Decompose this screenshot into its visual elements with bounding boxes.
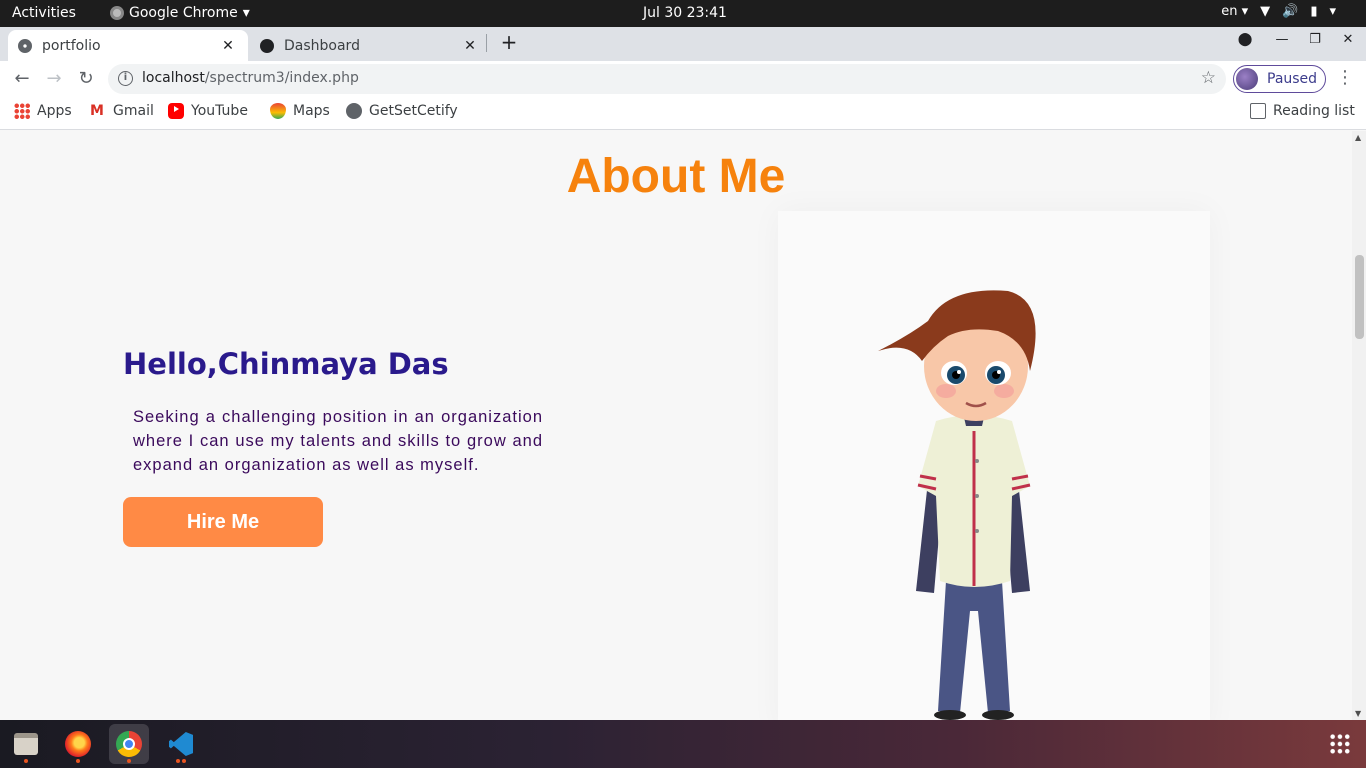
clock[interactable]: Jul 30 23:41 (643, 5, 727, 21)
avatar (1236, 68, 1258, 90)
bookmarks-bar: Apps M Gmail YouTube Maps GetSetCetify R… (0, 97, 1366, 130)
bookmark-label: Gmail (113, 103, 154, 119)
tab-dashboard[interactable]: Dashboard ✕ (250, 30, 490, 61)
bookmark-gmail[interactable]: M Gmail (90, 103, 154, 119)
app-menu[interactable]: Google Chrome ▾ (110, 5, 250, 21)
running-indicator (24, 759, 28, 763)
files-icon (14, 733, 38, 755)
running-indicator (182, 759, 186, 763)
new-tab-button[interactable]: + (498, 31, 520, 53)
ubuntu-dock (0, 720, 1366, 768)
tab-search-icon[interactable]: ⬤ (1233, 32, 1257, 47)
wifi-icon: ▼ (1260, 4, 1271, 19)
url-path: /spectrum3/index.php (204, 70, 359, 86)
bookmark-label: Apps (37, 103, 72, 119)
cartoon-boy-illustration (878, 290, 1036, 720)
bookmark-youtube[interactable]: YouTube (168, 103, 248, 119)
close-tab-icon[interactable]: ✕ (218, 38, 238, 54)
maximize-button[interactable]: ❐ (1303, 32, 1327, 47)
dashboard-favicon-icon (260, 38, 274, 53)
reload-button[interactable]: ↻ (74, 67, 98, 91)
bookmark-label: GetSetCetify (369, 103, 458, 119)
reading-list-icon (1250, 103, 1266, 119)
maps-icon (270, 103, 286, 119)
system-top-bar: Activities Google Chrome ▾ Jul 30 23:41 … (0, 0, 1366, 27)
youtube-icon (168, 103, 184, 119)
browser-toolbar: ← → ↻ i localhost/spectrum3/index.php ☆ … (0, 61, 1366, 97)
scroll-up-icon[interactable]: ▲ (1355, 133, 1361, 142)
page-scrollbar[interactable]: ▲ ▼ (1352, 131, 1366, 720)
bio-text: Seeking a challenging position in an org… (133, 408, 543, 474)
url-text[interactable]: localhost/spectrum3/index.php (142, 70, 359, 86)
chrome-icon (116, 731, 142, 757)
forward-button[interactable]: → (42, 67, 66, 91)
running-indicator (76, 759, 80, 763)
reading-list-button[interactable]: Reading list (1250, 103, 1355, 119)
show-applications-icon[interactable] (1329, 733, 1351, 755)
profile-image-card (778, 211, 1210, 720)
url-host: localhost (142, 70, 205, 86)
dock-firefox[interactable] (58, 724, 98, 764)
dock-chrome[interactable] (109, 724, 149, 764)
bookmark-label: YouTube (191, 103, 248, 119)
gmail-icon: M (90, 103, 104, 119)
system-tray[interactable]: en ▾ ▼ 🔊 ▮ ▾ (1221, 4, 1336, 19)
page-viewport: About Me Hello,Chinmaya Das Seeking a ch… (0, 131, 1352, 720)
minimize-button[interactable]: — (1270, 32, 1294, 47)
chrome-mini-icon (110, 6, 124, 20)
close-window-button[interactable]: ✕ (1336, 32, 1360, 47)
greeting-heading: Hello,Chinmaya Das (123, 347, 449, 381)
caret-down-icon: ▾ (1329, 4, 1336, 19)
profile-status: Paused (1267, 71, 1318, 87)
back-button[interactable]: ← (10, 67, 34, 91)
globe-favicon-icon (18, 38, 32, 53)
running-indicator (127, 759, 131, 763)
dock-vscode[interactable] (161, 724, 201, 764)
profile-button[interactable]: Paused (1233, 65, 1326, 93)
address-bar[interactable]: i localhost/spectrum3/index.php ☆ (108, 64, 1226, 94)
scroll-down-icon[interactable]: ▼ (1355, 709, 1361, 718)
tab-portfolio[interactable]: portfolio ✕ (8, 30, 248, 61)
dock-files[interactable] (6, 724, 46, 764)
bookmark-star-icon[interactable]: ☆ (1201, 68, 1216, 88)
running-indicator (176, 759, 180, 763)
tab-title: Dashboard (284, 37, 360, 54)
bookmark-maps[interactable]: Maps (270, 103, 330, 119)
apps-grid-icon (14, 103, 30, 119)
app-menu-label: Google Chrome (129, 5, 238, 21)
chrome-menu-icon[interactable]: ⋮ (1336, 67, 1354, 88)
bookmark-label: Maps (293, 103, 330, 119)
scrollbar-thumb[interactable] (1355, 255, 1364, 339)
firefox-icon (65, 731, 91, 757)
tab-strip: portfolio ✕ Dashboard ✕ (0, 27, 1366, 61)
tab-separator (486, 34, 487, 52)
bookmark-apps[interactable]: Apps (14, 103, 72, 119)
language-indicator[interactable]: en ▾ (1221, 4, 1248, 19)
reading-list-label: Reading list (1273, 103, 1355, 119)
battery-icon: ▮ (1310, 4, 1318, 19)
page-title: About Me (566, 150, 786, 203)
bookmark-getsetcetify[interactable]: GetSetCetify (346, 103, 458, 119)
vscode-icon (169, 732, 193, 756)
globe-icon (346, 103, 362, 119)
hire-me-button[interactable]: Hire Me (123, 497, 323, 547)
site-info-icon[interactable]: i (118, 71, 133, 86)
caret-down-icon: ▾ (242, 5, 250, 21)
language-label: en (1221, 4, 1238, 19)
volume-icon: 🔊 (1282, 4, 1299, 19)
tab-title: portfolio (42, 37, 101, 54)
activities-button[interactable]: Activities (12, 5, 76, 21)
close-tab-icon[interactable]: ✕ (460, 38, 480, 54)
